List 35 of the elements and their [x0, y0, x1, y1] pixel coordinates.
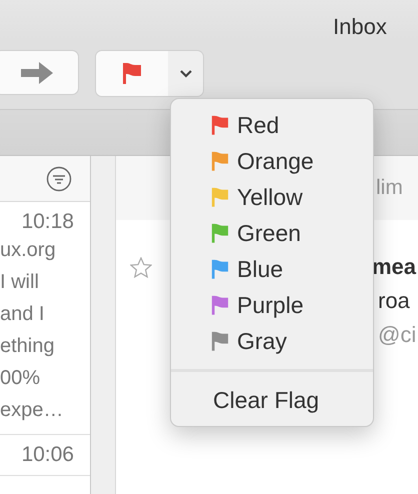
window-title: Inbox	[333, 14, 388, 40]
message-time: 10:18	[21, 210, 75, 234]
message-text: @ci	[378, 322, 418, 348]
message-preview: 00%	[0, 366, 42, 391]
star-icon[interactable]	[130, 256, 152, 278]
message-preview: and I	[0, 302, 46, 327]
dropdown-button[interactable]	[168, 51, 203, 96]
menu-item-label: Red	[237, 112, 280, 138]
menu-item[interactable]: Red	[171, 107, 373, 143]
menu-item-label: Purple	[237, 292, 304, 318]
menu-item-label: Blue	[237, 256, 284, 282]
filter-icon[interactable]	[46, 166, 72, 192]
menu-item[interactable]: Green	[171, 215, 373, 251]
header-text: lim	[376, 176, 404, 200]
menu-item-label: Yellow	[237, 184, 303, 210]
message-subject: mea	[372, 254, 418, 280]
message-preview: expe…	[0, 398, 64, 423]
menu-item[interactable]: Blue	[171, 251, 373, 287]
menu-item[interactable]: Gray	[171, 323, 373, 359]
menu-item-label: Green	[237, 220, 301, 246]
forward-button[interactable]	[0, 50, 79, 95]
menu-item[interactable]: Purple	[171, 287, 373, 323]
arrow-right-icon	[20, 62, 52, 84]
flag-button[interactable]	[96, 51, 168, 96]
message-preview: ux.org	[0, 238, 57, 263]
message-time: 10:06	[21, 443, 75, 467]
menu-item[interactable]: Orange	[171, 143, 373, 179]
menu-item[interactable]: Yellow	[171, 179, 373, 215]
message-text: roa	[378, 288, 411, 314]
menu-item[interactable]: Clear Flag	[171, 380, 373, 420]
message-preview: I will	[0, 270, 40, 295]
message-preview: ething	[0, 334, 56, 359]
chevron-down-icon	[180, 70, 192, 78]
menu-item-label: Orange	[237, 148, 314, 174]
menu-item-label: Gray	[237, 328, 287, 354]
